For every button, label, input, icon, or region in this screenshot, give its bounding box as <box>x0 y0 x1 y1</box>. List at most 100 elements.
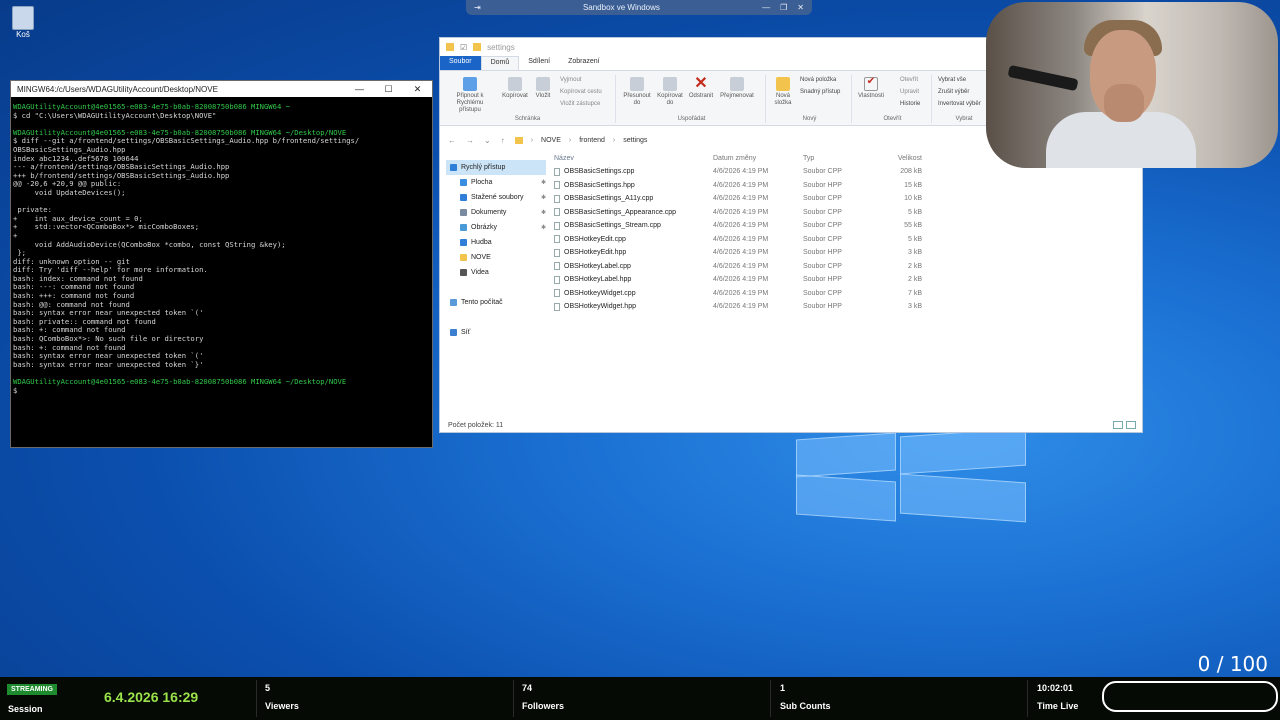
recycle-bin-desktop-icon[interactable]: Koš <box>8 6 38 39</box>
minimize-icon[interactable]: — <box>762 3 770 12</box>
clipboard-group: Připnout k Rychlému přístupu Kopírovat V… <box>440 75 616 123</box>
file-name-cell: OBSBasicSettings_A11y.cpp <box>550 194 713 203</box>
rename-button[interactable]: Přejmenovat <box>716 77 758 100</box>
subs-value: 1 <box>780 683 786 693</box>
breadcrumb[interactable]: › NOVE › frontend › settings <box>514 136 647 144</box>
close-icon[interactable]: ✕ <box>403 84 432 95</box>
breadcrumb-item[interactable]: NOVE <box>541 137 561 144</box>
file-row[interactable]: OBSHotkeyLabel.cpp 4/6/2026 4:19 PM Soubor… <box>550 260 930 274</box>
file-row[interactable]: OBSHotkeyWidget.hpp 4/6/2026 4:19 PM Soubo… <box>550 300 930 314</box>
breadcrumb-item[interactable]: frontend <box>579 137 605 144</box>
paste-shortcut-button[interactable]: Vložit zástupce <box>560 101 600 107</box>
breadcrumb-item[interactable]: settings <box>623 137 647 144</box>
close-icon[interactable]: ✕ <box>797 3 804 12</box>
file-name: OBSBasicSettings.hpp <box>564 181 635 189</box>
file-type: Soubor CPP <box>803 208 842 216</box>
select-group-label: Vybrat <box>955 116 973 122</box>
sandbox-title-bar[interactable]: ⇥ Sandbox ve Windows — ❐ ✕ <box>466 0 812 15</box>
nav-item-label: Plocha <box>471 179 493 186</box>
nav-item[interactable]: NOVE <box>446 250 546 265</box>
terminal-output[interactable]: WDAGUtilityAccount@4e01565-e083-4e75-b0a… <box>11 97 432 447</box>
file-size: 5 kB <box>907 208 922 216</box>
file-name: OBSBasicSettings.cpp <box>564 168 635 176</box>
paste-button[interactable]: Vložit <box>530 77 556 100</box>
tab-file[interactable]: Soubor <box>440 56 481 70</box>
file-row[interactable]: OBSHotkeyWidget.cpp 4/6/2026 4:19 PM Soubo… <box>550 287 930 301</box>
file-row[interactable]: OBSBasicSettings_Appearance.cpp 4/6/2026 … <box>550 206 930 220</box>
large-icons-view-icon[interactable] <box>1126 421 1136 429</box>
open-button[interactable]: Otevřít <box>900 77 918 83</box>
nav-item[interactable]: Hudba <box>446 235 546 250</box>
followers-label: Followers <box>522 701 565 711</box>
time-live-value: 10:02:01 <box>1037 683 1074 693</box>
recent-dropdown-icon[interactable]: ⌄ <box>484 136 491 145</box>
file-row[interactable]: OBSHotkeyEdit.cpp 4/6/2026 4:19 PM Soubor … <box>550 233 930 247</box>
file-row[interactable]: OBSBasicSettings.cpp 4/6/2026 4:19 PM Soub… <box>550 165 930 179</box>
file-row[interactable]: OBSHotkeyEdit.hpp 4/6/2026 4:19 PM Soubor … <box>550 246 930 260</box>
divider <box>513 680 514 717</box>
file-date: 4/6/2026 4:19 PM <box>713 249 769 257</box>
nav-item[interactable]: Stažené soubory ✱ <box>446 190 546 205</box>
file-size: 3 kB <box>907 303 922 311</box>
terminal-title-bar[interactable]: MINGW64:/c/Users/WDAGUtilityAccount/Desk… <box>11 81 432 97</box>
nav-item[interactable]: Dokumenty ✱ <box>446 205 546 220</box>
copy-to-icon <box>663 77 677 91</box>
maximize-icon[interactable]: ☐ <box>374 84 403 95</box>
terminal-title: MINGW64:/c/Users/WDAGUtilityAccount/Desk… <box>17 84 218 94</box>
details-view-icon[interactable] <box>1113 421 1123 429</box>
nav-item[interactable]: Plocha ✱ <box>446 175 546 190</box>
pin-icon[interactable]: ✱ <box>541 194 546 201</box>
invert-selection-button[interactable]: Invertovat výběr <box>938 101 981 107</box>
nav-item[interactable]: Síť <box>446 325 546 340</box>
select-none-button[interactable]: Zrušit výběr <box>938 89 969 95</box>
goal-counter: 0 / 100 <box>1197 652 1268 676</box>
back-icon[interactable]: ← <box>448 136 456 145</box>
forward-icon[interactable]: → <box>466 136 474 145</box>
file-row[interactable]: OBSHotkeyLabel.hpp 4/6/2026 4:19 PM Soubor… <box>550 273 930 287</box>
copy-path-button[interactable]: Kopírovat cestu <box>560 89 602 95</box>
pin-icon[interactable]: ✱ <box>541 224 546 231</box>
restore-icon[interactable]: ❐ <box>780 3 787 12</box>
nav-item[interactable]: Tento počítač <box>446 295 546 310</box>
move-to-button[interactable]: Přesunout do <box>620 77 654 107</box>
minimize-icon[interactable]: — <box>345 84 374 94</box>
nav-item[interactable]: Obrázky ✱ <box>446 220 546 235</box>
delete-button[interactable]: ✕ Odstranit <box>686 76 716 100</box>
history-button[interactable]: Historie <box>900 101 920 107</box>
select-all-button[interactable]: Vybrat vše <box>938 77 966 83</box>
file-icon <box>554 289 560 298</box>
column-size[interactable]: Velikost <box>878 155 922 162</box>
new-folder-button[interactable]: Nová složka <box>768 77 798 107</box>
stream-stats-bar: STREAMING Session 6.4.2026 16:29 5 Viewe… <box>0 677 1280 720</box>
tab-home[interactable]: Domů <box>480 56 520 70</box>
file-row[interactable]: OBSBasicSettings_Stream.cpp 4/6/2026 4:19… <box>550 219 930 233</box>
up-icon[interactable]: ↑ <box>501 136 505 145</box>
pin-icon[interactable]: ✱ <box>541 179 546 186</box>
file-name-cell: OBSHotkeyEdit.cpp <box>550 235 713 244</box>
file-row[interactable]: OBSBasicSettings_A11y.cpp 4/6/2026 4:19 P… <box>550 192 930 206</box>
copy-to-button[interactable]: Kopírovat do <box>654 77 686 107</box>
new-item-button[interactable]: Nová položka <box>800 77 836 83</box>
tab-share[interactable]: Sdílení <box>519 56 559 70</box>
file-name-cell: OBSBasicSettings.hpp <box>550 181 713 190</box>
properties-button[interactable]: ✔ Vlastnosti <box>854 77 888 100</box>
tab-view[interactable]: Zobrazení <box>559 56 609 70</box>
column-name[interactable]: Název <box>550 155 713 162</box>
file-date: 4/6/2026 4:19 PM <box>713 168 769 176</box>
file-row[interactable]: OBSBasicSettings.hpp 4/6/2026 4:19 PM Soub… <box>550 179 930 193</box>
nav-item <box>446 310 546 325</box>
nav-item[interactable]: Videa <box>446 265 546 280</box>
edit-button[interactable]: Upravit <box>900 89 919 95</box>
folder-icon <box>473 43 482 51</box>
pin-quick-access-button[interactable]: Připnout k Rychlému přístupu <box>448 77 492 114</box>
nav-item-label: Síť <box>461 329 471 336</box>
column-date[interactable]: Datum změny <box>713 155 803 162</box>
terminal-window[interactable]: MINGW64:/c/Users/WDAGUtilityAccount/Desk… <box>10 80 433 448</box>
column-type[interactable]: Typ <box>803 155 878 162</box>
copy-button[interactable]: Kopírovat <box>498 77 532 100</box>
cut-button[interactable]: Vyjmout <box>560 77 581 83</box>
easy-access-button[interactable]: Snadný přístup <box>800 89 840 95</box>
pin-icon[interactable]: ✱ <box>541 209 546 216</box>
pin-icon[interactable]: ⇥ <box>474 3 481 12</box>
nav-item[interactable]: Rychlý přístup <box>446 160 546 175</box>
